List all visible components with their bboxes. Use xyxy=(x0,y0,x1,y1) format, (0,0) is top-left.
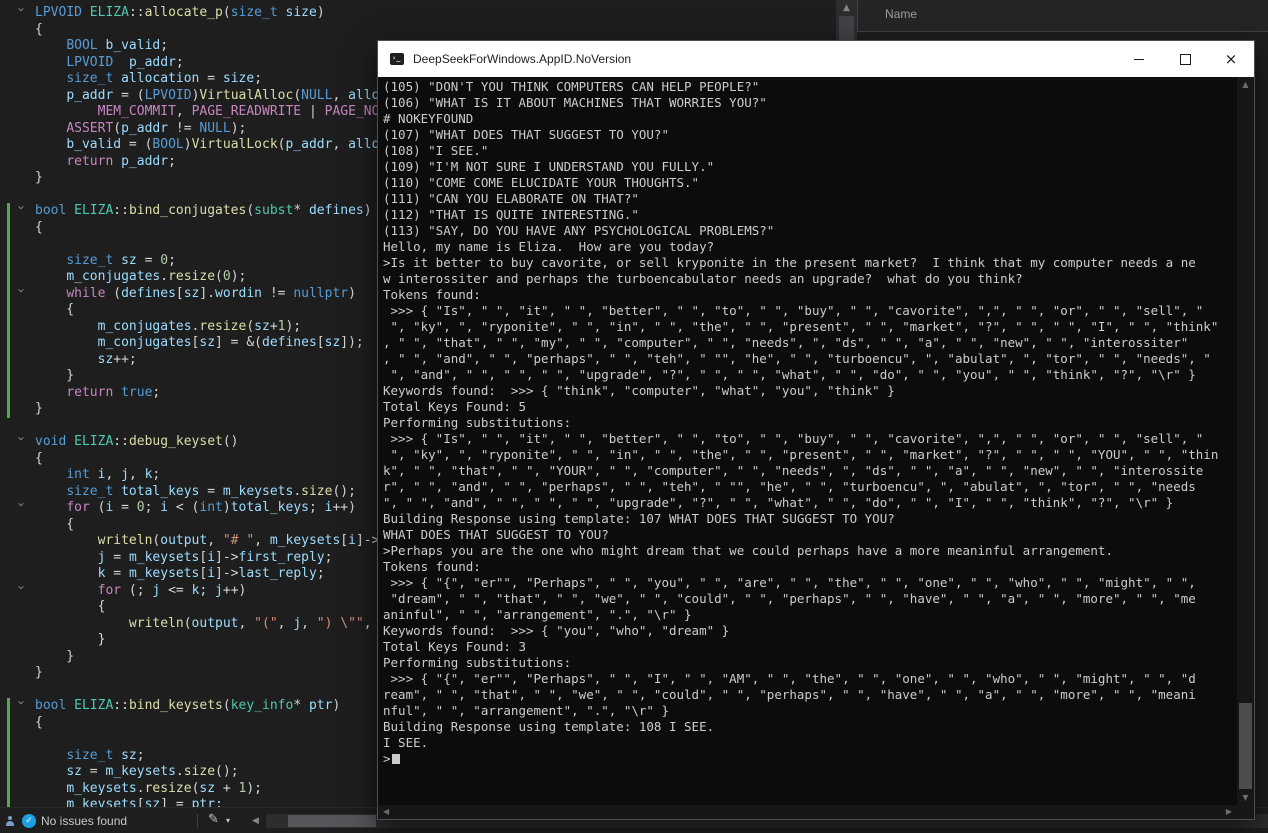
screen: ››››››› LPVOID ELIZA::allocate_p(size_t … xyxy=(0,0,1268,833)
feedback-icon[interactable] xyxy=(5,816,15,827)
scroll-up-icon[interactable]: ▲ xyxy=(836,3,857,13)
console-titlebar[interactable]: DeepSeekForWindows.AppID.NoVersion × xyxy=(378,41,1254,77)
console-vertical-scrollbar[interactable]: ▲ ▼ xyxy=(1237,77,1254,805)
fold-chevron-icon[interactable]: › xyxy=(14,7,28,19)
modified-lines-bar xyxy=(7,698,10,807)
fold-chevron-icon[interactable]: › xyxy=(14,700,28,712)
modified-lines-bar xyxy=(7,203,10,418)
fold-chevron-icon[interactable]: › xyxy=(14,288,28,300)
minimize-button[interactable] xyxy=(1116,41,1162,77)
console-cursor xyxy=(392,754,400,764)
scroll-down-icon[interactable]: ▼ xyxy=(1237,793,1254,802)
scroll-up-icon[interactable]: ▲ xyxy=(1237,80,1254,89)
pen-icon[interactable]: ✎ xyxy=(208,812,219,827)
console-text: (105) "DON'T YOU THINK COMPUTERS CAN HEL… xyxy=(383,79,1237,767)
statusbar-divider xyxy=(197,814,198,828)
console-title: DeepSeekForWindows.AppID.NoVersion xyxy=(413,52,1116,66)
fold-chevron-icon[interactable]: › xyxy=(14,502,28,514)
console-vscrollbar-thumb[interactable] xyxy=(1239,703,1252,789)
console-body[interactable]: (105) "DON'T YOU THINK COMPUTERS CAN HEL… xyxy=(378,77,1237,805)
watch-name-column-header[interactable]: Name xyxy=(885,7,917,21)
maximize-button[interactable] xyxy=(1162,41,1208,77)
close-button[interactable]: × xyxy=(1208,41,1254,77)
close-icon: × xyxy=(1225,52,1238,67)
console-window: DeepSeekForWindows.AppID.NoVersion × (10… xyxy=(377,40,1255,820)
fold-chevron-icon[interactable]: › xyxy=(14,436,28,448)
console-app-icon xyxy=(390,53,404,65)
check-circle-icon[interactable]: ✓ xyxy=(22,814,36,828)
scroll-left-icon[interactable]: ◀ xyxy=(383,807,389,816)
maximize-icon xyxy=(1180,54,1191,65)
fold-chevron-icon[interactable]: › xyxy=(14,205,28,217)
fold-gutter: › › › › › › › xyxy=(0,0,34,807)
pen-dropdown-icon[interactable]: ▾ xyxy=(226,816,230,825)
minimize-icon xyxy=(1134,59,1144,60)
scroll-left-icon[interactable]: ◀ xyxy=(252,816,259,826)
fold-chevron-icon[interactable]: › xyxy=(14,585,28,597)
editor-hscrollbar-thumb[interactable] xyxy=(288,815,376,827)
console-horizontal-scrollbar[interactable]: ◀ ▶ xyxy=(378,805,1254,819)
issues-status-label[interactable]: No issues found xyxy=(41,814,127,828)
scroll-right-icon[interactable]: ▶ xyxy=(1226,807,1232,816)
watch-panel: Name xyxy=(857,0,1268,32)
